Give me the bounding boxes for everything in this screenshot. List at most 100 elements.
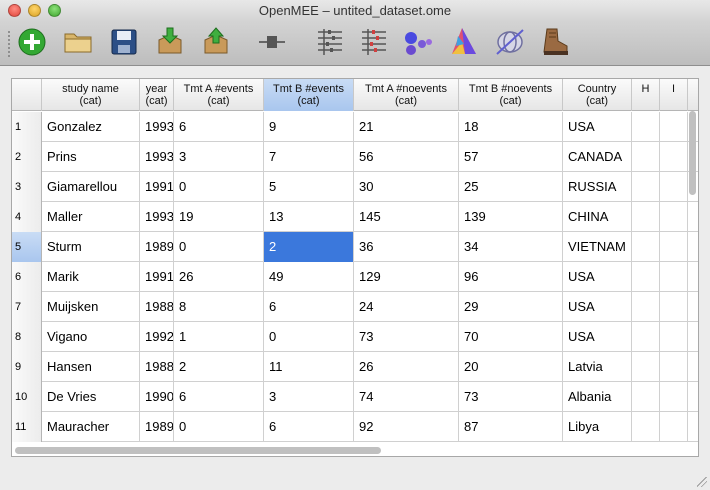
table-cell[interactable]	[660, 202, 688, 232]
row-number[interactable]: 8	[12, 322, 42, 352]
table-cell[interactable]: 29	[459, 292, 563, 322]
column-header[interactable]: study name (cat)	[42, 79, 140, 111]
table-cell[interactable]: 1	[174, 322, 264, 352]
table-cell[interactable]	[632, 232, 660, 262]
table-cell[interactable]: 5	[264, 172, 354, 202]
row-number[interactable]: 1	[12, 112, 42, 142]
table-cell[interactable]: 6	[174, 382, 264, 412]
table-cell[interactable]: 1993	[140, 112, 174, 142]
save-button[interactable]	[106, 26, 142, 62]
table-cell[interactable]: 1991	[140, 172, 174, 202]
table-cell[interactable]: USA	[563, 262, 632, 292]
table-cell[interactable]	[632, 412, 660, 442]
table-cell[interactable]: CHINA	[563, 202, 632, 232]
meta-analysis-button[interactable]	[312, 26, 348, 62]
table-cell[interactable]: Marik	[42, 262, 140, 292]
table-cell[interactable]	[632, 262, 660, 292]
table-cell[interactable]: 3	[264, 382, 354, 412]
table-cell[interactable]: 9	[264, 112, 354, 142]
table-cell[interactable]: USA	[563, 322, 632, 352]
table-cell[interactable]: Libya	[563, 412, 632, 442]
export-button[interactable]	[198, 26, 234, 62]
table-cell[interactable]: Albania	[563, 382, 632, 412]
table-cell[interactable]: 129	[354, 262, 459, 292]
model-button[interactable]	[492, 26, 528, 62]
column-header[interactable]: I	[660, 79, 688, 111]
table-cell[interactable]: 18	[459, 112, 563, 142]
column-header[interactable]: Tmt A #events (cat)	[174, 79, 264, 111]
boot-button[interactable]	[538, 26, 574, 62]
table-cell[interactable]: 0	[174, 232, 264, 262]
table-cell[interactable]: 1992	[140, 322, 174, 352]
add-button[interactable]	[14, 26, 50, 62]
table-cell[interactable]: 1993	[140, 142, 174, 172]
table-cell[interactable]: 36	[354, 232, 459, 262]
row-number[interactable]: 2	[12, 142, 42, 172]
table-cell[interactable]: Hansen	[42, 352, 140, 382]
table-cell[interactable]: 73	[459, 382, 563, 412]
table-cell[interactable]: 6	[174, 112, 264, 142]
table-cell[interactable]: De Vries	[42, 382, 140, 412]
table-cell[interactable]: Prins	[42, 142, 140, 172]
table-cell[interactable]: 6	[264, 412, 354, 442]
table-cell[interactable]: 20	[459, 352, 563, 382]
table-cell[interactable]: 26	[354, 352, 459, 382]
table-cell[interactable]: 8	[174, 292, 264, 322]
corner-header-cell[interactable]	[12, 79, 42, 111]
column-header[interactable]: year (cat)	[140, 79, 174, 111]
row-number[interactable]: 4	[12, 202, 42, 232]
column-header[interactable]: Country (cat)	[563, 79, 632, 111]
table-cell[interactable]	[660, 352, 688, 382]
row-number[interactable]: 6	[12, 262, 42, 292]
table-cell[interactable]: 34	[459, 232, 563, 262]
table-cell[interactable]: 19	[174, 202, 264, 232]
table-cell[interactable]	[632, 322, 660, 352]
table-cell[interactable]: 74	[354, 382, 459, 412]
table-cell[interactable]: 13	[264, 202, 354, 232]
table-cell[interactable]	[660, 142, 688, 172]
table-cell[interactable]: Muijsken	[42, 292, 140, 322]
table-cell[interactable]: 1988	[140, 352, 174, 382]
table-cell[interactable]	[660, 172, 688, 202]
table-cell[interactable]: 21	[354, 112, 459, 142]
table-cell[interactable]	[660, 232, 688, 262]
row-number[interactable]: 10	[12, 382, 42, 412]
table-cell[interactable]: 92	[354, 412, 459, 442]
table-cell[interactable]: 1993	[140, 202, 174, 232]
table-cell[interactable]	[632, 142, 660, 172]
horizontal-scroll-thumb[interactable]	[15, 447, 381, 454]
table-cell[interactable]	[660, 112, 688, 142]
row-number[interactable]: 3	[12, 172, 42, 202]
table-cell[interactable]	[660, 292, 688, 322]
vertical-scroll-thumb[interactable]	[689, 111, 696, 195]
open-button[interactable]	[60, 26, 96, 62]
window-resize-grip[interactable]	[697, 477, 707, 487]
import-button[interactable]	[152, 26, 188, 62]
table-cell[interactable]: Maller	[42, 202, 140, 232]
table-cell[interactable]	[660, 382, 688, 412]
row-number[interactable]: 5	[12, 232, 42, 262]
table-cell[interactable]	[632, 352, 660, 382]
table-cell[interactable]: Vigano	[42, 322, 140, 352]
table-cell[interactable]	[632, 292, 660, 322]
table-cell[interactable]	[660, 412, 688, 442]
row-number[interactable]: 7	[12, 292, 42, 322]
table-cell[interactable]: USA	[563, 292, 632, 322]
table-cell[interactable]: 145	[354, 202, 459, 232]
meta-regression-button[interactable]	[446, 26, 482, 62]
table-cell[interactable]: 0	[174, 412, 264, 442]
table-cell[interactable]: 1991	[140, 262, 174, 292]
table-cell[interactable]: 57	[459, 142, 563, 172]
table-cell[interactable]: 70	[459, 322, 563, 352]
column-header[interactable]: H	[632, 79, 660, 111]
table-cell[interactable]: 49	[264, 262, 354, 292]
forest-plot-button[interactable]	[356, 26, 392, 62]
table-cell[interactable]: 7	[264, 142, 354, 172]
table-cell[interactable]: 1989	[140, 412, 174, 442]
table-cell[interactable]	[660, 262, 688, 292]
table-cell[interactable]	[632, 172, 660, 202]
table-cell[interactable]: Mauracher	[42, 412, 140, 442]
table-cell[interactable]: 30	[354, 172, 459, 202]
transform-button[interactable]	[254, 26, 290, 62]
table-cell[interactable]	[632, 112, 660, 142]
